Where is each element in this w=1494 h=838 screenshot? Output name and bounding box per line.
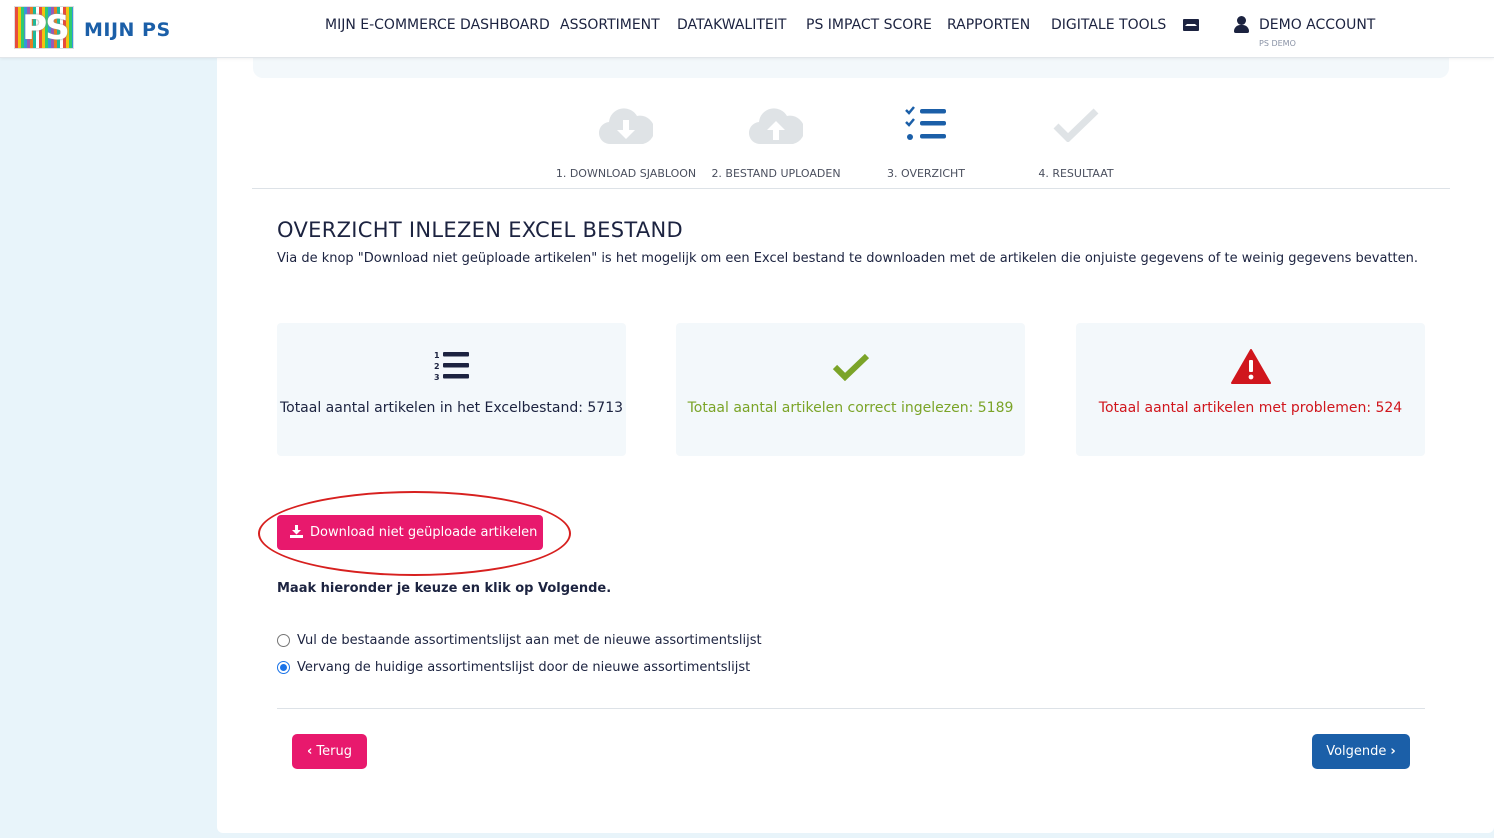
- user-icon-head: [1237, 16, 1246, 25]
- cloud-upload-icon: [749, 108, 803, 145]
- correct-articles-text: Totaal aantal artikelen correct ingeleze…: [687, 400, 1014, 416]
- chevron-left-icon: ‹: [307, 744, 313, 759]
- account-subtitle: PS DEMO: [1259, 39, 1296, 48]
- nav-item-dashboard[interactable]: MIJN E-COMMERCE DASHBOARD: [325, 17, 550, 33]
- user-icon[interactable]: [1234, 16, 1249, 33]
- top-strip: [253, 58, 1449, 78]
- nav-item-datakwaliteit[interactable]: DATAKWALITEIT: [677, 17, 786, 33]
- check-icon: [1053, 108, 1099, 142]
- option-replace[interactable]: Vervang de huidige assortimentslijst doo…: [277, 660, 750, 675]
- step-1-label[interactable]: 1. DOWNLOAD SJABLOON: [556, 167, 696, 180]
- cloud-download-icon: [599, 108, 653, 145]
- problem-articles-card: Totaal aantal artikelen met problemen: 5…: [1076, 323, 1425, 456]
- total-articles-card: 1 2 3 Totaal aantal artikelen in het Exc…: [277, 323, 626, 456]
- total-articles-text: Totaal aantal artikelen in het Excelbest…: [279, 400, 624, 416]
- correct-articles-card: Totaal aantal artikelen correct ingeleze…: [676, 323, 1025, 456]
- download-icon: [290, 525, 303, 538]
- nav-item-rapporten[interactable]: RAPPORTEN: [947, 17, 1030, 33]
- warning-icon: [1231, 349, 1271, 384]
- main-panel: 1. DOWNLOAD SJABLOON 2. BESTAND UPLOADEN…: [217, 58, 1494, 833]
- top-navigation-bar: PS MIJN PS MIJN E-COMMERCE DASHBOARD ASS…: [0, 0, 1494, 58]
- radio-replace[interactable]: [277, 661, 290, 674]
- problem-articles-text: Totaal aantal artikelen met problemen: 5…: [1098, 400, 1403, 416]
- step-2-label[interactable]: 2. BESTAND UPLOADEN: [711, 167, 840, 180]
- checklist-icon: [905, 106, 946, 140]
- chevron-right-icon: ›: [1390, 744, 1396, 759]
- svg-text:2: 2: [434, 362, 440, 371]
- check-icon: [832, 353, 870, 381]
- svg-text:1: 1: [434, 351, 440, 360]
- download-button-label: Download niet geüploade artikelen: [310, 525, 538, 540]
- option-replace-label[interactable]: Vervang de huidige assortimentslijst doo…: [297, 660, 750, 675]
- logo-text: PS: [22, 8, 69, 48]
- nav-item-digitale-tools[interactable]: DIGITALE TOOLS: [1051, 17, 1166, 33]
- brand-name[interactable]: MIJN PS: [84, 19, 171, 41]
- option-append-label[interactable]: Vul de bestaande assortimentslijst aan m…: [297, 633, 762, 648]
- page-description: Via de knop "Download niet geüploade art…: [277, 251, 1419, 266]
- next-button-label: Volgende: [1326, 744, 1387, 759]
- steps-divider: [252, 188, 1450, 189]
- svg-text:3: 3: [434, 373, 440, 382]
- user-icon-body: [1234, 25, 1249, 33]
- step-4-label[interactable]: 4. RESULTAAT: [1038, 167, 1113, 180]
- footer-divider: [277, 708, 1425, 709]
- back-button[interactable]: ‹ Terug: [292, 734, 367, 769]
- next-button[interactable]: Volgende ›: [1312, 734, 1410, 769]
- numbered-list-icon: 1 2 3: [434, 351, 469, 382]
- step-3-label[interactable]: 3. OVERZICHT: [887, 167, 965, 180]
- nav-item-impact-score[interactable]: PS IMPACT SCORE: [806, 17, 932, 33]
- back-button-label: Terug: [316, 744, 352, 759]
- download-failed-articles-button[interactable]: Download niet geüploade artikelen: [277, 515, 543, 550]
- account-menu[interactable]: DEMO ACCOUNT: [1259, 17, 1375, 33]
- page-title: OVERZICHT INLEZEN EXCEL BESTAND: [277, 218, 684, 242]
- instruction-text: Maak hieronder je keuze en klik op Volge…: [277, 581, 612, 596]
- option-append[interactable]: Vul de bestaande assortimentslijst aan m…: [277, 633, 762, 648]
- nav-item-assortiment[interactable]: ASSORTIMENT: [560, 17, 660, 33]
- radio-append[interactable]: [277, 634, 290, 647]
- envelope-icon[interactable]: [1183, 19, 1199, 31]
- ps-logo[interactable]: PS: [14, 6, 74, 49]
